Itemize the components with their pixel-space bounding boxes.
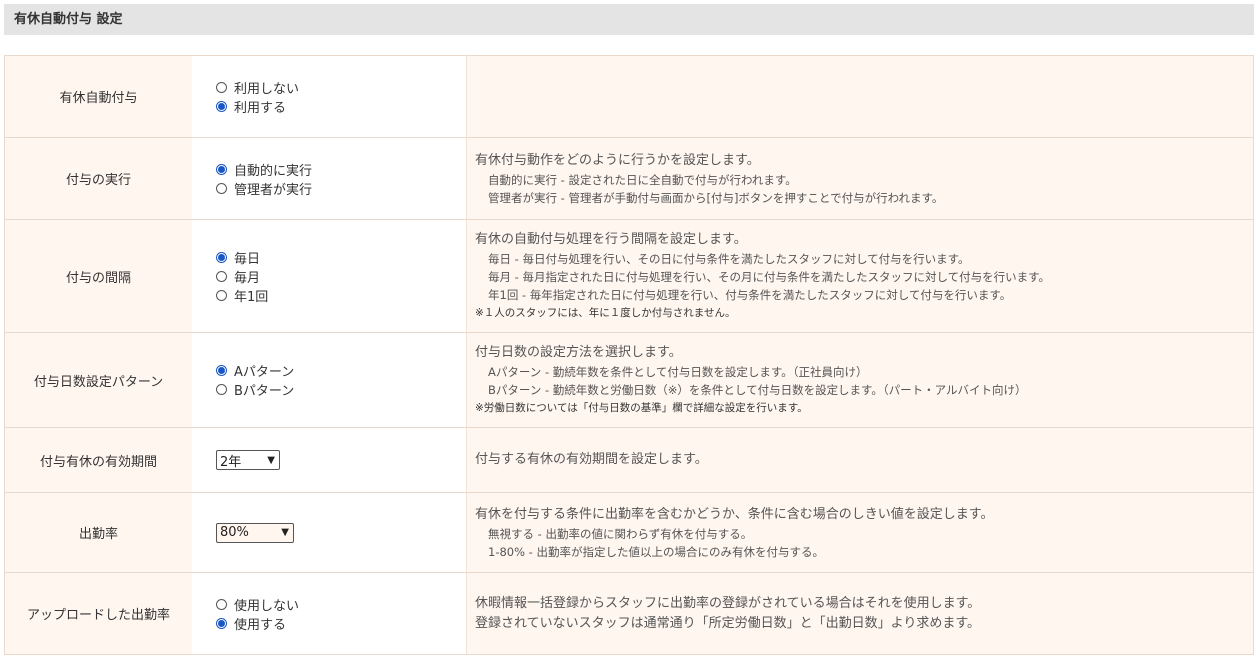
label-interval: 付与の間隔 [4,219,192,333]
label-attendance: 出勤率 [4,492,192,573]
radio-auto-grant-on[interactable]: 利用する [216,97,466,116]
radio-icon[interactable] [216,270,227,282]
radio-icon[interactable] [216,182,227,194]
desc-validity: 付与する有休の有効期間を設定します。 [466,427,1254,493]
control-auto-grant: 利用しない 利用する [192,55,467,138]
desc-line: Aパターン - 勤続年数を条件として付与日数を設定します。（正社員向け） [488,365,868,379]
radio-interval-monthly[interactable]: 毎月 [216,267,466,286]
desc-title: 有休を付与する条件に出勤率を含むかどうか、条件に含む場合のしきい値を設定します。 [475,506,994,522]
control-uploaded-rate: 使用しない 使用する [192,572,467,655]
radio-pattern-b[interactable]: Bパターン [216,380,466,399]
section-title: 有休自動付与 設定 [14,12,123,27]
row-auto-grant: 有休自動付与 利用しない 利用する [4,55,1254,138]
desc-line: 無視する - 出勤率の値に関わらず有休を付与する。 [488,526,753,541]
desc-line: 毎月 - 毎月指定された日に付与処理を行い、その月に付与条件を満たしたスタッフに… [488,270,1050,284]
radio-icon[interactable] [216,617,227,629]
desc-title: 有休の自動付与処理を行う間隔を設定します。 [475,232,747,247]
desc-attendance: 有休を付与する条件に出勤率を含むかどうか、条件に含む場合のしきい値を設定します。… [466,492,1254,573]
desc-auto-grant [466,55,1254,138]
radio-execution-auto[interactable]: 自動的に実行 [216,160,466,179]
radio-execution-admin[interactable]: 管理者が実行 [216,179,466,198]
radio-interval-daily[interactable]: 毎日 [216,248,466,267]
settings-table: 有休自動付与 利用しない 利用する 付与の実行 自動的に実行 管理者が実行 有休… [4,55,1254,655]
control-pattern: Aパターン Bパターン [192,332,467,428]
desc-line: Bパターン - 勤続年数と労働日数（※）を条件として付与日数を設定します。（パー… [488,383,1027,397]
desc-title: 休暇情報一括登録からスタッフに出勤率の登録がされている場合はそれを使用します。 [475,595,981,611]
row-attendance: 出勤率 80% ▼ 有休を付与する条件に出勤率を含むかどうか、条件に含む場合のし… [4,492,1254,573]
label-pattern: 付与日数設定パターン [4,332,192,428]
radio-pattern-a[interactable]: Aパターン [216,361,466,380]
radio-interval-yearly[interactable]: 年1回 [216,286,466,305]
radio-icon[interactable] [216,598,227,610]
chevron-down-icon: ▼ [267,454,275,466]
desc-interval: 有休の自動付与処理を行う間隔を設定します。 毎日 - 毎日付与処理を行い、その日… [466,219,1254,333]
radio-icon[interactable] [216,81,227,93]
row-execution: 付与の実行 自動的に実行 管理者が実行 有休付与動作をどのように行うかを設定しま… [4,137,1254,220]
desc-line: 自動的に実行 - 設定された日に全自動で付与が行われます。 [488,172,797,187]
desc-note: ※労働日数については「付与日数の基準」欄で詳細な設定を行います。 [475,402,808,414]
desc-title: 有休付与動作をどのように行うかを設定します。 [475,152,760,168]
row-interval: 付与の間隔 毎日 毎月 年1回 有休の自動付与処理を行う間隔を設定します。 毎日… [4,219,1254,333]
desc-title: 付与する有休の有効期間を設定します。 [475,452,708,467]
row-validity: 付与有休の有効期間 2年 ▼ 付与する有休の有効期間を設定します。 [4,427,1254,493]
radio-icon[interactable] [216,384,227,395]
radio-icon[interactable] [216,289,227,301]
radio-auto-grant-off[interactable]: 利用しない [216,78,466,97]
desc-uploaded-rate: 休暇情報一括登録からスタッフに出勤率の登録がされている場合はそれを使用します。 … [466,572,1254,655]
control-interval: 毎日 毎月 年1回 [192,219,467,333]
desc-line: 1-80% - 出勤率が指定した値以上の場合にのみ有休を付与する。 [488,544,824,559]
section-header: 有休自動付与 設定 [4,4,1254,35]
desc-title: 登録されていないスタッフは通常通り「所定労働日数」と「出勤日数」より求めます。 [475,615,981,631]
control-validity: 2年 ▼ [192,427,467,493]
radio-uploaded-rate-off[interactable]: 使用しない [216,595,466,614]
validity-select[interactable]: 2年 ▼ [216,450,280,470]
desc-line: 管理者が実行 - 管理者が手動付与画面から[付与]ボタンを押すことで付与が行われ… [488,190,944,205]
row-pattern: 付与日数設定パターン Aパターン Bパターン 付与日数の設定方法を選択します。 … [4,332,1254,428]
row-uploaded-rate: アップロードした出勤率 使用しない 使用する 休暇情報一括登録からスタッフに出勤… [4,572,1254,655]
desc-execution: 有休付与動作をどのように行うかを設定します。 自動的に実行 - 設定された日に全… [466,137,1254,220]
radio-icon[interactable] [216,163,227,175]
desc-title: 付与日数の設定方法を選択します。 [475,345,682,360]
radio-icon[interactable] [216,251,227,263]
label-execution: 付与の実行 [4,137,192,220]
control-execution: 自動的に実行 管理者が実行 [192,137,467,220]
desc-note: ※１人のスタッフには、年に１度しか付与されません。 [475,307,736,319]
radio-icon[interactable] [216,365,227,376]
label-uploaded-rate: アップロードした出勤率 [4,572,192,655]
desc-line: 年1回 - 毎年指定された日に付与処理を行い、付与条件を満たしたスタッフに対して… [488,288,1012,302]
radio-uploaded-rate-on[interactable]: 使用する [216,614,466,633]
chevron-down-icon: ▼ [281,527,289,538]
desc-pattern: 付与日数の設定方法を選択します。 Aパターン - 勤続年数を条件として付与日数を… [466,332,1254,428]
label-validity: 付与有休の有効期間 [4,427,192,493]
radio-icon[interactable] [216,100,227,112]
desc-line: 毎日 - 毎日付与処理を行い、その日に付与条件を満たしたスタッフに対して付与を行… [488,252,970,266]
attendance-select[interactable]: 80% ▼ [216,522,294,543]
control-attendance: 80% ▼ [192,492,467,573]
label-auto-grant: 有休自動付与 [4,55,192,138]
